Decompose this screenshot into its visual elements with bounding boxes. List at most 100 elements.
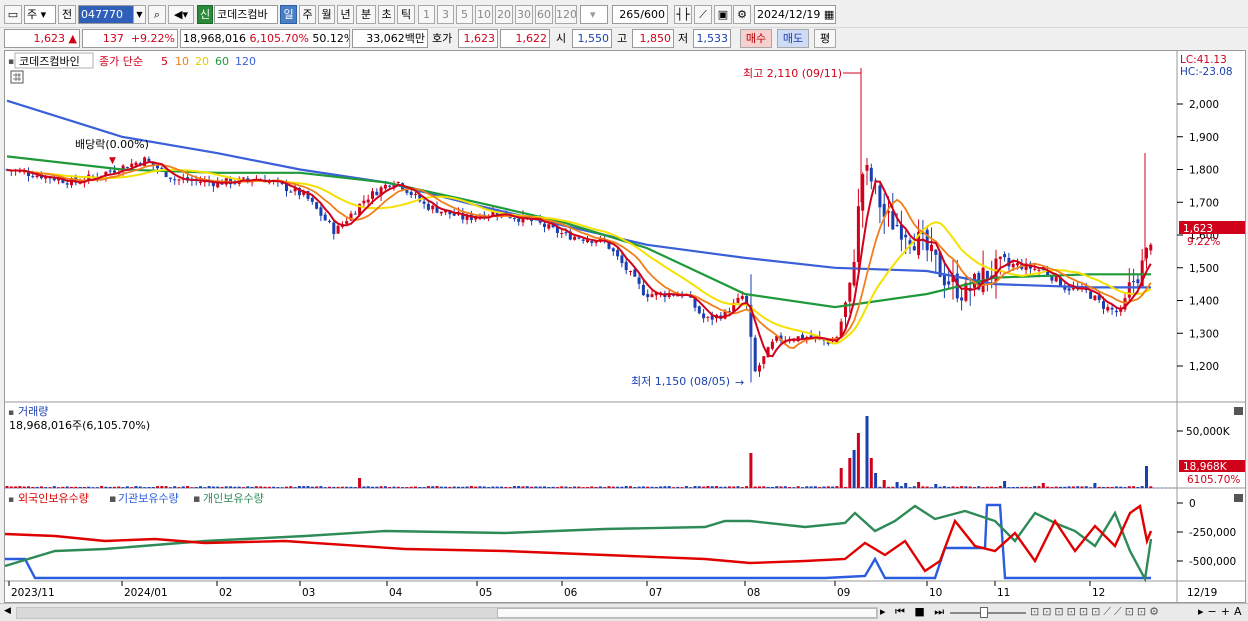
volume-bar [706, 486, 710, 488]
x-axis-label: 06 [564, 587, 578, 599]
minute-60[interactable]: 60 [535, 5, 553, 24]
volume-bar [422, 487, 426, 488]
volume-bar [1020, 486, 1024, 488]
candle-type-icon[interactable]: ┤├ [674, 5, 692, 24]
volume-bar [353, 487, 357, 488]
eval-button[interactable]: 평 [814, 29, 836, 48]
volume-bar [809, 486, 813, 488]
zoom-slider[interactable] [950, 612, 1026, 614]
period-tab-month[interactable]: 월 [318, 5, 335, 24]
volume-panel-close-icon[interactable] [1234, 407, 1243, 415]
candle-body [353, 213, 357, 215]
volume-bar [762, 486, 766, 488]
volume-bar [564, 486, 568, 488]
zoom-slider-handle[interactable] [980, 607, 988, 618]
minute-20[interactable]: 20 [495, 5, 513, 24]
ma-5-line [6, 160, 1152, 358]
candle-body [869, 167, 873, 182]
grid-toggle-icon[interactable] [10, 70, 24, 84]
period-tab-week[interactable]: 주 [299, 5, 316, 24]
code-dropdown-icon[interactable]: ▼ [133, 5, 146, 24]
minute-120[interactable]: 120 [555, 5, 577, 24]
custom-period-select[interactable]: ▾ [580, 5, 608, 24]
volume-bar [560, 486, 564, 488]
window-icon[interactable]: ▭ [4, 5, 22, 24]
chart-area[interactable]: ▪ 코데즈컴바인 종가 단순 5 10 20 60 120 LC:41.13 H… [4, 50, 1246, 603]
volume-bar [250, 486, 254, 488]
type-select[interactable]: 주 ▾ [24, 5, 56, 24]
period-tab-year[interactable]: 년 [337, 5, 354, 24]
volume-bar [173, 486, 177, 488]
zoom-controls[interactable]: ▸−+A [1198, 605, 1245, 618]
period-tab-tick[interactable]: 틱 [397, 5, 415, 24]
volume-bar [435, 486, 439, 488]
candle-body [620, 255, 624, 264]
volume-bar [710, 486, 714, 488]
volume-bar [1063, 486, 1067, 488]
volume-bar [401, 487, 405, 488]
date-field[interactable]: 2024/12/19 ▦ [754, 5, 836, 24]
holdings-panel-marker-icon[interactable]: ▪ [8, 495, 14, 505]
change-field: 137 +9.22% [82, 29, 178, 48]
buy-button[interactable]: 매수 [740, 29, 772, 48]
volume-bar [878, 486, 882, 488]
minute-1[interactable]: 1 [418, 5, 435, 24]
panel-marker-icon[interactable]: ▪ [8, 57, 14, 67]
horizontal-scrollbar[interactable] [16, 607, 878, 619]
search-icon[interactable]: ⌕ [148, 5, 166, 24]
save-icon[interactable]: ▣ [714, 5, 732, 24]
volume-bar [310, 486, 314, 488]
draw-tool-icon[interactable]: ⟋ [694, 5, 712, 24]
volume-bar [246, 486, 250, 488]
sell-button[interactable]: 매도 [777, 29, 809, 48]
volume-bar [319, 486, 323, 488]
prev-button[interactable]: 전 [58, 5, 76, 24]
turnover: 50.12% [312, 32, 349, 45]
gear-icon[interactable]: ⚙ [733, 5, 751, 24]
candle-body [147, 158, 151, 162]
volume-bar [530, 486, 534, 488]
candle-body [242, 177, 245, 179]
scroll-left-icon[interactable]: ◀ [4, 606, 14, 619]
period-tab-minute[interactable]: 분 [356, 5, 376, 24]
change-value: 137 [102, 32, 124, 45]
volume-bar [418, 487, 422, 488]
volume-bar [852, 450, 856, 488]
candle-body [439, 211, 443, 214]
scrollbar-thumb[interactable] [497, 608, 877, 618]
candle-body [998, 256, 1002, 259]
price-y-tick: 1,900 [1189, 132, 1219, 144]
stock-title: 코데즈컴바인 [19, 55, 80, 68]
individual-line [5, 504, 1153, 583]
dividend-marker-icon: ▼ [109, 156, 116, 166]
volume-bar [263, 486, 267, 488]
period-tab-second[interactable]: 초 [378, 5, 395, 24]
volume-bar [276, 487, 280, 488]
candle-body [633, 269, 637, 277]
period-tab-day[interactable]: 일 [280, 5, 297, 24]
volume-panel-marker-icon[interactable]: ▪ [8, 408, 14, 418]
count-field[interactable]: 265/600 [612, 5, 668, 24]
volume-bar [874, 473, 878, 488]
holdings-panel-close-icon[interactable] [1234, 494, 1243, 502]
chart-tool-icons[interactable]: ⊡⊡⊡⊡⊡⊡⟋⟋⊡⊡⚙ [1030, 605, 1162, 619]
change-pct: +9.22% [130, 32, 175, 45]
volume-bar [1046, 486, 1050, 488]
volume-bar [994, 487, 998, 488]
volume-bar [229, 486, 233, 488]
stock-chart[interactable]: ▪ 코데즈컴바인 종가 단순 5 10 20 60 120 LC:41.13 H… [5, 51, 1246, 603]
new-badge[interactable]: 신 [197, 5, 213, 24]
scroll-play-controls[interactable]: ▸ ⏮ ■ ⏭ [880, 605, 947, 619]
volume-bar [323, 487, 327, 488]
minute-10[interactable]: 10 [475, 5, 493, 24]
volume-bar [181, 486, 185, 488]
volume-bar [27, 486, 30, 488]
candle-body [414, 194, 417, 196]
minute-5[interactable]: 5 [456, 5, 473, 24]
price-y-tick: 1,400 [1189, 296, 1219, 308]
minute-3[interactable]: 3 [437, 5, 454, 24]
volume-bar [285, 486, 288, 488]
speaker-icon[interactable]: ◀▾ [168, 5, 194, 24]
volume-bar [917, 482, 921, 488]
minute-30[interactable]: 30 [515, 5, 533, 24]
